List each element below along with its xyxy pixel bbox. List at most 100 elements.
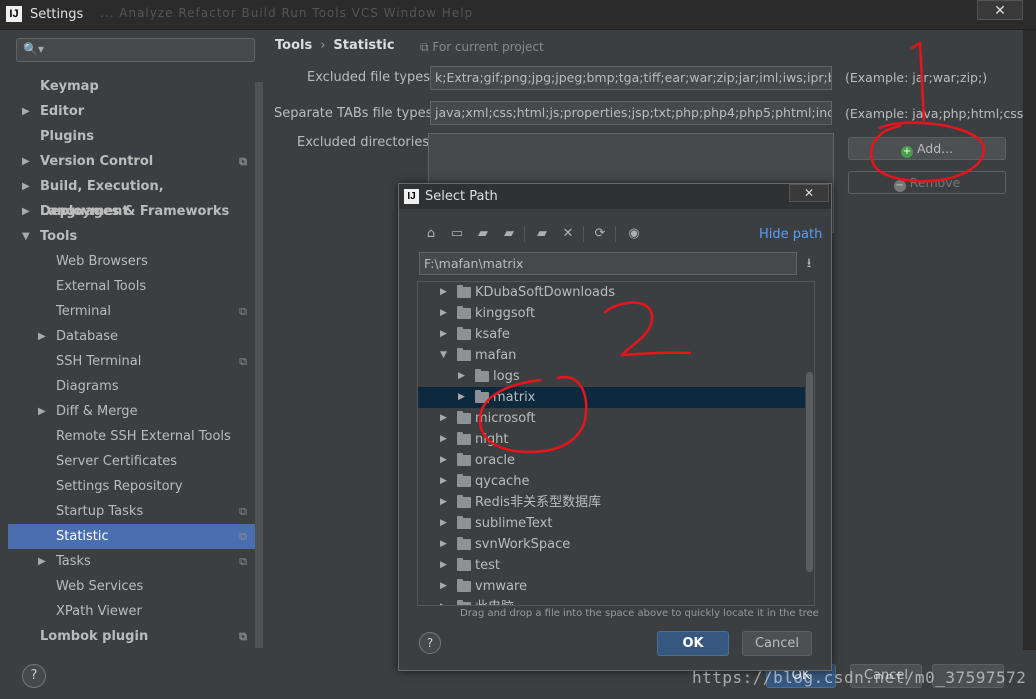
chevron-right-icon[interactable]: ▶ [440,408,447,429]
path-input[interactable]: F:\mafan\matrix [419,252,797,275]
remove-icon: − [893,180,906,192]
sidebar-item-tasks[interactable]: ▶ Tasks ⧉ [8,549,255,574]
sidebar-item-diff-merge[interactable]: ▶ Diff & Merge [8,399,255,424]
chevron-down-icon[interactable]: ▼ [22,224,30,249]
dialog-cancel-button[interactable]: Cancel [742,631,812,656]
chevron-right-icon[interactable]: ▶ [458,387,465,408]
chevron-right-icon[interactable]: ▶ [22,99,30,124]
chevron-right-icon[interactable]: ▶ [440,555,447,576]
chevron-right-icon[interactable]: ▶ [22,199,30,224]
sidebar-item-tools[interactable]: ▼ Tools [8,224,255,249]
chevron-right-icon[interactable]: ▶ [440,282,447,303]
excluded-file-types-field[interactable]: k;Extra;gif;png;jpg;jpeg;bmp;tga;tiff;ea… [430,66,832,90]
home-icon[interactable]: ⌂ [422,225,440,243]
chevron-down-icon[interactable]: ▼ [440,345,447,366]
chevron-right-icon[interactable]: ▶ [440,597,447,605]
chevron-right-icon[interactable]: ▶ [38,549,46,574]
window-close-button[interactable]: ✕ [977,0,1023,20]
breadcrumb-tools[interactable]: Tools [275,38,312,53]
sidebar-item-web-services[interactable]: Web Services [8,574,255,599]
tree-row-folder[interactable]: ▼ mafan [418,345,814,366]
tree-row-subfolder[interactable]: ▶ matrix [418,387,814,408]
sidebar-item-label: Server Certificates [56,454,178,469]
folder-name: microsoft [475,411,536,426]
sidebar-scrollbar[interactable] [255,82,263,648]
tree-row-folder[interactable]: ▶ sublimeText [418,513,814,534]
file-tree-scrollbar-thumb[interactable] [806,372,813,572]
separate-tabs-field[interactable]: java;xml;css;html;js;properties;jsp;txt;… [430,101,832,125]
add-button[interactable]: + Add... [848,137,1006,160]
dialog-help-button[interactable]: ? [419,632,441,654]
sidebar-item-settings-repository[interactable]: Settings Repository [8,474,255,499]
tree-row-folder[interactable]: ▶ 此电脑 [418,597,814,605]
sidebar-item-server-certificates[interactable]: Server Certificates [8,449,255,474]
sidebar-item-database[interactable]: ▶ Database [8,324,255,349]
remove-button[interactable]: − Remove [848,171,1006,194]
sidebar-item-diagrams[interactable]: Diagrams [8,374,255,399]
sidebar-item-terminal[interactable]: Terminal ⧉ [8,299,255,324]
tree-row-folder[interactable]: ▶ vmware [418,576,814,597]
sidebar-item-label: Terminal [56,304,111,319]
download-icon[interactable]: ⭳ [800,254,818,272]
sidebar-item-build-execution-deployment[interactable]: ▶ Build, Execution, Deployment [8,174,255,219]
chevron-right-icon[interactable]: ▶ [440,303,447,324]
chevron-right-icon[interactable]: ▶ [440,324,447,345]
chevron-right-icon[interactable]: ▶ [440,450,447,471]
chevron-right-icon[interactable]: ▶ [440,534,447,555]
sidebar-item-xpath-viewer[interactable]: XPath Viewer [8,599,255,624]
chevron-right-icon[interactable]: ▶ [440,513,447,534]
drag-drop-hint: Drag and drop a file into the space abov… [460,608,819,619]
chevron-right-icon[interactable]: ▶ [22,174,30,199]
chevron-right-icon[interactable]: ▶ [440,429,447,450]
tree-row-folder[interactable]: ▶ Redis非关系型数据库 [418,492,814,513]
chevron-right-icon[interactable]: ▶ [38,399,46,424]
sidebar-item-keymap[interactable]: Keymap [8,74,255,99]
sidebar-item-remote-ssh-external-tools[interactable]: Remote SSH External Tools [8,424,255,449]
chevron-right-icon[interactable]: ▶ [38,324,46,349]
module-folder-icon[interactable]: ▰ [500,225,518,243]
folder-icon [457,495,471,508]
settings-search-input[interactable]: 🔍▾ [16,38,255,62]
tree-row-folder[interactable]: ▶ oracle [418,450,814,471]
tree-row-folder[interactable]: ▶ night [418,429,814,450]
sidebar-item-external-tools[interactable]: External Tools [8,274,255,299]
sidebar-item-plugins[interactable]: Plugins [8,124,255,149]
chevron-right-icon[interactable]: ▶ [22,149,30,174]
folder-icon [457,306,471,319]
tree-row-folder[interactable]: ▶ test [418,555,814,576]
chevron-right-icon[interactable]: ▶ [440,492,447,513]
project-folder-icon[interactable]: ▰ [474,225,492,243]
chevron-right-icon[interactable]: ▶ [440,576,447,597]
sidebar-item-lombok-plugin[interactable]: Lombok plugin ⧉ [8,624,255,649]
sidebar-item-label: Version Control [40,154,154,169]
tree-row-folder[interactable]: ▶ microsoft [418,408,814,429]
chevron-right-icon[interactable]: ▶ [440,471,447,492]
new-folder-icon[interactable]: ▰ [533,225,551,243]
folder-name: Redis非关系型数据库 [475,495,602,510]
sidebar-item-web-browsers[interactable]: Web Browsers [8,249,255,274]
sidebar-item-version-control[interactable]: ▶ Version Control ⧉ [8,149,255,174]
file-tree[interactable]: ▶ KDubaSoftDownloads ▶ kinggsoft ▶ ksafe ▼ mafa… [417,281,815,606]
desktop-icon[interactable]: ▭ [448,225,466,243]
tree-row-folder[interactable]: ▶ KDubaSoftDownloads [418,282,814,303]
hide-path-link[interactable]: Hide path [759,227,822,242]
show-hidden-icon[interactable]: ◉ [625,225,643,243]
sidebar-item-statistic[interactable]: Statistic ⧉ [8,524,255,549]
tree-row-folder[interactable]: ▶ kinggsoft [418,303,814,324]
delete-icon[interactable]: ✕ [559,225,577,243]
refresh-icon[interactable]: ⟳ [591,225,609,243]
folder-name: qycache [475,474,530,489]
sidebar-item-editor[interactable]: ▶ Editor [8,99,255,124]
sidebar-item-ssh-terminal[interactable]: SSH Terminal ⧉ [8,349,255,374]
tree-row-subfolder[interactable]: ▶ logs [418,366,814,387]
sidebar-item-label: SSH Terminal [56,354,142,369]
sidebar-item-startup-tasks[interactable]: Startup Tasks ⧉ [8,499,255,524]
tree-row-folder[interactable]: ▶ qycache [418,471,814,492]
tree-row-folder[interactable]: ▶ ksafe [418,324,814,345]
sidebar-item-languages-frameworks[interactable]: ▶ Languages & Frameworks [8,199,255,224]
chevron-right-icon[interactable]: ▶ [458,366,465,387]
dialog-close-button[interactable]: ✕ [789,184,829,202]
tree-row-folder[interactable]: ▶ svnWorkSpace [418,534,814,555]
settings-help-button[interactable]: ? [22,664,46,688]
dialog-ok-button[interactable]: OK [657,631,729,656]
